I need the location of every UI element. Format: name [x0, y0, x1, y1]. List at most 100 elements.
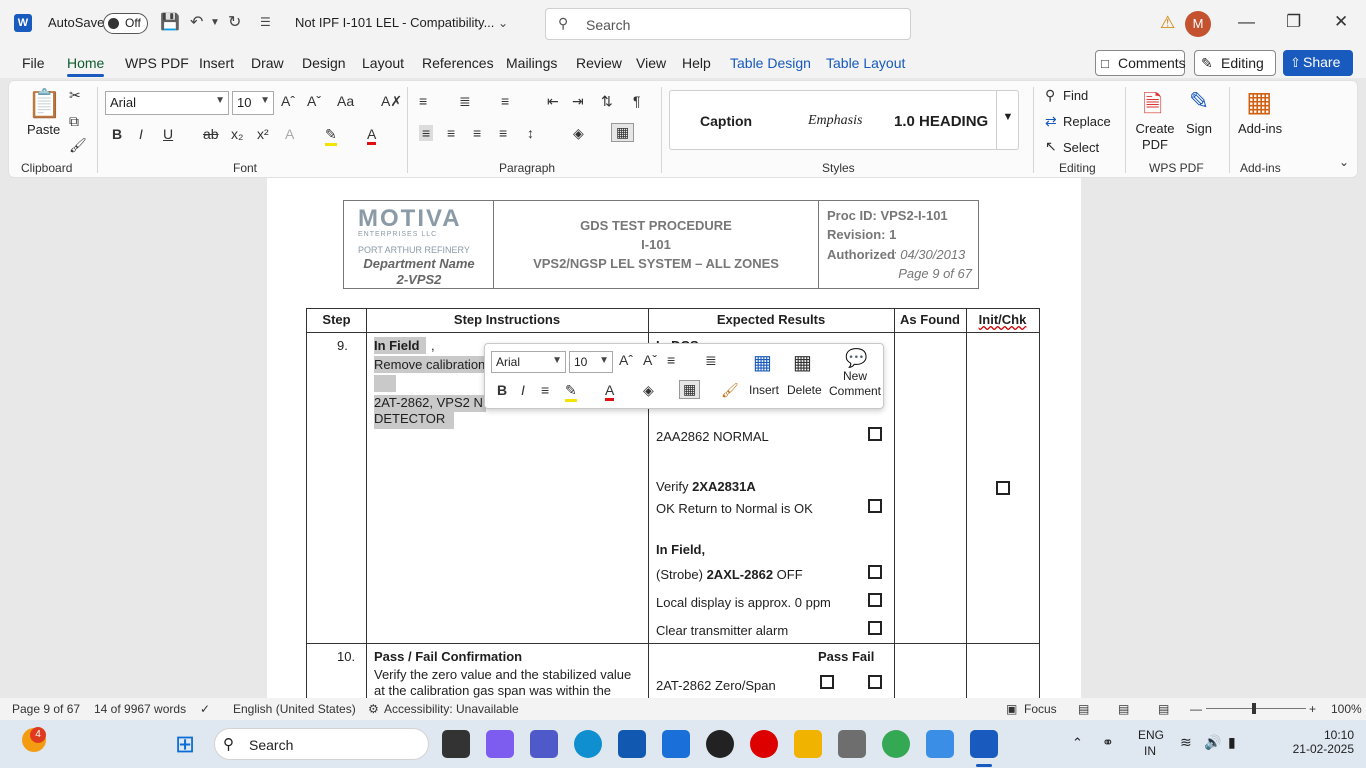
line-spacing-icon[interactable]: ↕ [527, 125, 534, 141]
tab-view[interactable]: View [636, 55, 666, 71]
task-view-icon[interactable] [442, 730, 470, 758]
wifi-icon[interactable]: ≋ [1180, 734, 1192, 751]
select-icon[interactable]: ↖ [1045, 138, 1057, 155]
undo-icon[interactable]: ↶ [190, 12, 203, 32]
shading-icon[interactable]: ◈ [643, 382, 654, 399]
read-mode-icon[interactable]: ▤ [1078, 702, 1089, 716]
opera-icon[interactable] [750, 730, 778, 758]
align-left-icon[interactable]: ≡ [419, 125, 434, 141]
italic-icon[interactable]: I [139, 126, 143, 142]
zoom-level[interactable]: 100% [1331, 702, 1362, 716]
clear-formatting-icon[interactable]: A✗ [381, 93, 402, 110]
sign-icon[interactable]: ✎ [1189, 87, 1209, 116]
status-accessibility[interactable]: Accessibility: Unavailable [384, 702, 519, 716]
create-pdf-button[interactable]: Create PDF [1133, 121, 1177, 153]
superscript-icon[interactable]: x² [257, 126, 269, 142]
network-icon[interactable]: ⚭ [1102, 734, 1114, 751]
delete-button[interactable]: Delete [787, 383, 822, 397]
checkbox[interactable] [868, 565, 882, 579]
center-icon[interactable]: ≡ [541, 382, 549, 398]
show-formatting-icon[interactable]: ¶ [633, 93, 641, 109]
tab-home[interactable]: Home [67, 55, 105, 77]
style-emphasis[interactable]: Emphasis [808, 113, 862, 129]
clock[interactable]: 10:10 21-02-2025 [1290, 728, 1354, 756]
numbering-icon[interactable]: ≣ [459, 93, 471, 110]
tab-mailings[interactable]: Mailings [506, 55, 557, 71]
dell-icon[interactable] [706, 730, 734, 758]
grow-font-icon[interactable]: Aˆ [619, 352, 633, 368]
collapse-ribbon-icon[interactable]: ⌄ [1339, 155, 1349, 169]
tab-file[interactable]: File [22, 55, 45, 71]
tab-help[interactable]: Help [682, 55, 711, 71]
redo-icon[interactable]: ↻ [228, 12, 241, 32]
sort-icon[interactable]: ⇅ [601, 93, 613, 110]
power-automate-icon[interactable] [662, 730, 690, 758]
word-taskbar-icon[interactable] [970, 730, 998, 758]
status-language[interactable]: English (United States) [233, 702, 356, 716]
style-caption[interactable]: Caption [700, 113, 752, 129]
tab-draw[interactable]: Draw [251, 55, 284, 71]
format-painter-icon[interactable]: 🖌 [69, 137, 87, 154]
instruction-detector[interactable]: DETECTOR [374, 411, 445, 426]
undo-dropdown-icon[interactable]: ▼ [210, 17, 220, 28]
find-icon[interactable]: ⚲ [1045, 87, 1055, 104]
underline-icon[interactable]: U [163, 126, 173, 142]
fail-checkbox[interactable] [868, 675, 882, 689]
borders-icon[interactable]: ▦ [611, 123, 635, 142]
chevron-up-icon[interactable]: ⌃ [1072, 735, 1083, 751]
tab-references[interactable]: References [422, 55, 494, 71]
web-layout-icon[interactable]: ▤ [1158, 702, 1169, 716]
cut-icon[interactable]: ✂ [69, 87, 81, 104]
avatar[interactable]: M [1185, 11, 1211, 37]
sign-button[interactable]: Sign [1186, 121, 1212, 136]
subscript-icon[interactable]: x₂ [231, 126, 243, 142]
language-primary[interactable]: ENG [1138, 728, 1164, 742]
numbering-icon[interactable]: ≣ [705, 352, 717, 369]
new-comment-icon[interactable]: 💬 [845, 348, 867, 369]
init-checkbox[interactable] [996, 481, 1010, 495]
replace-icon[interactable]: ⇄ [1045, 113, 1057, 130]
italic-icon[interactable]: I [521, 382, 525, 398]
file-explorer-icon[interactable] [794, 730, 822, 758]
addins-icon[interactable]: ▦ [1246, 85, 1272, 118]
align-right-icon[interactable]: ≡ [473, 125, 481, 141]
checkbox[interactable] [868, 621, 882, 635]
strikethrough-icon[interactable]: ab [203, 126, 219, 142]
decrease-indent-icon[interactable]: ⇤ [547, 93, 559, 110]
start-icon[interactable]: ⊞ [175, 730, 195, 759]
tab-table-layout[interactable]: Table Layout [826, 55, 905, 71]
select-button[interactable]: Select [1063, 140, 1099, 155]
tab-review[interactable]: Review [576, 55, 622, 71]
style-heading[interactable]: 1.0 HEADING [894, 113, 990, 130]
addins-button[interactable]: Add-ins [1238, 121, 1282, 136]
close-icon[interactable]: ✕ [1334, 12, 1348, 32]
find-button[interactable]: Find [1063, 88, 1088, 103]
zoom-in-icon[interactable]: + [1309, 702, 1316, 716]
checkbox[interactable] [868, 593, 882, 607]
store-icon[interactable] [618, 730, 646, 758]
minimize-icon[interactable]: — [1238, 12, 1255, 32]
save-icon[interactable]: 💾 [160, 12, 180, 32]
tab-table-design[interactable]: Table Design [730, 55, 811, 71]
tab-design[interactable]: Design [302, 55, 346, 71]
edge-icon[interactable] [574, 730, 602, 758]
print-layout-icon[interactable]: ▤ [1118, 702, 1129, 716]
tab-insert[interactable]: Insert [199, 55, 234, 71]
highlight-icon[interactable]: ✎ [565, 382, 577, 402]
bullets-icon[interactable]: ≡ [419, 93, 427, 109]
status-word-count[interactable]: 14 of 9967 words [94, 702, 186, 716]
font-color-icon[interactable]: A [605, 382, 615, 401]
zoom-out-icon[interactable]: — [1190, 702, 1202, 716]
maximize-icon[interactable]: ❐ [1286, 12, 1301, 32]
new-comment-button[interactable]: New Comment [827, 369, 883, 399]
change-case-icon[interactable]: Aa [337, 93, 354, 109]
grow-font-icon[interactable]: Aˆ [281, 93, 295, 109]
volume-icon[interactable]: 🔊 [1204, 734, 1221, 751]
bullets-icon[interactable]: ≡ [667, 352, 675, 368]
align-center-icon[interactable]: ≡ [447, 125, 455, 141]
app-icon[interactable] [926, 730, 954, 758]
taskbar-search[interactable]: ⚲ Search [214, 728, 429, 760]
proofing-icon[interactable]: ✓ [200, 702, 210, 716]
photo-app-icon[interactable] [838, 730, 866, 758]
mini-font-size-combo[interactable]: 10 ▼ [569, 351, 613, 373]
